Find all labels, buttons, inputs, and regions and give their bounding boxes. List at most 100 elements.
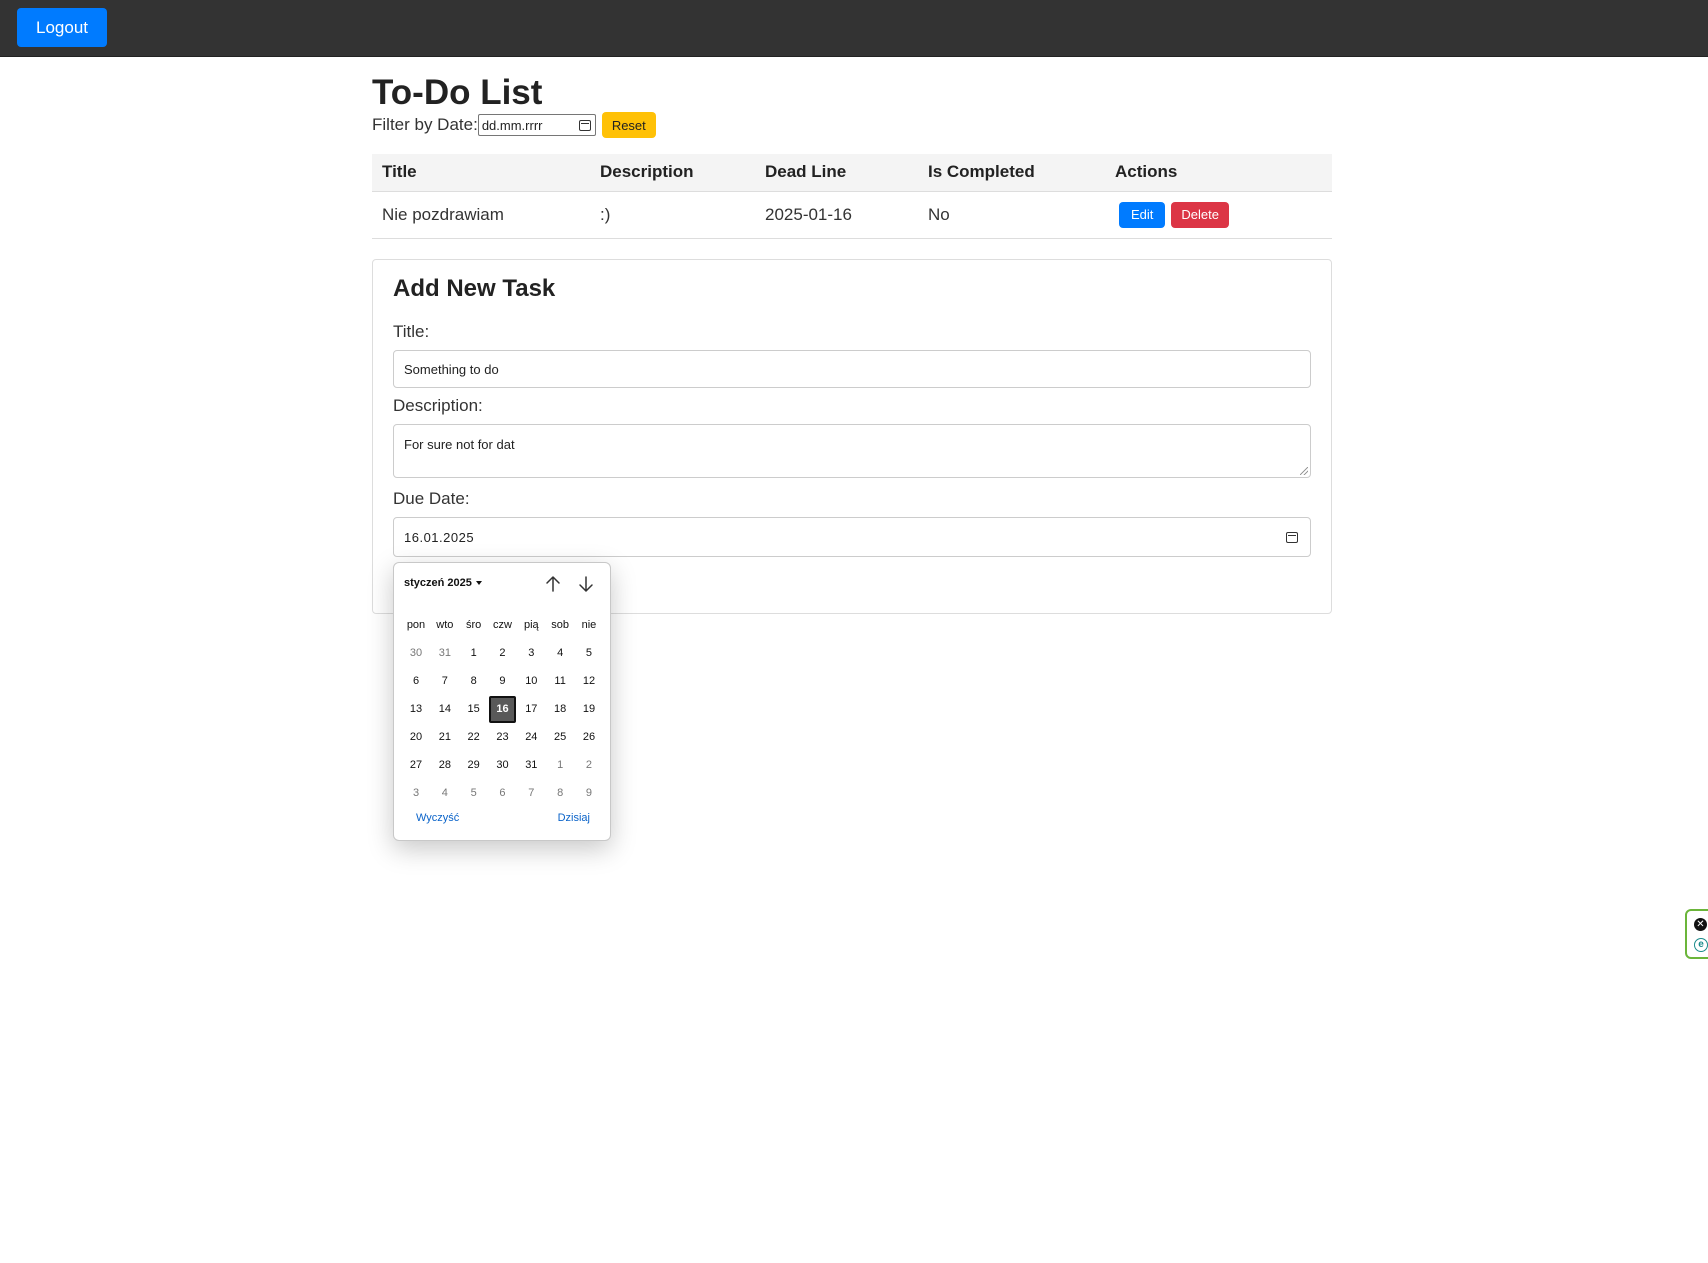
arrow-up-icon — [546, 576, 560, 592]
previous-month-button[interactable] — [543, 575, 563, 593]
table-row: Nie pozdrawiam :) 2025-01-16 No Edit Dele… — [372, 191, 1332, 239]
calendar-day[interactable]: 5 — [460, 779, 488, 807]
calendar-day[interactable]: 20 — [402, 723, 430, 751]
calendar-day[interactable]: 30 — [488, 751, 516, 779]
calendar-day[interactable]: 30 — [402, 639, 430, 667]
calendar-day[interactable]: 7 — [517, 779, 545, 807]
calendar-day[interactable]: 8 — [546, 779, 574, 807]
task-deadline-cell: 2025-01-16 — [755, 191, 918, 239]
due-date-input[interactable]: 16.01.2025 — [393, 517, 1311, 557]
calendar-day[interactable]: 19 — [575, 695, 603, 723]
date-filter: Filter by Date: dd.mm.rrrr Reset — [372, 110, 656, 140]
calendar-day[interactable]: 26 — [575, 723, 603, 751]
calendar-day[interactable]: 2 — [488, 639, 516, 667]
calendar-day[interactable]: 5 — [575, 639, 603, 667]
calendar-day[interactable]: 3 — [402, 779, 430, 807]
weekday-header: czw — [493, 619, 512, 631]
weekday-header: sob — [551, 619, 570, 631]
column-header-actions: Actions — [1105, 154, 1332, 192]
month-year-label: styczeń 2025 — [404, 577, 472, 589]
edit-button[interactable]: Edit — [1119, 201, 1166, 228]
task-title-cell: Nie pozdrawiam — [372, 191, 590, 239]
calendar-day[interactable]: 11 — [546, 667, 574, 695]
today-button[interactable]: Dzisiaj — [558, 812, 590, 824]
table-header-row: Title Description Dead Line Is Completed… — [372, 154, 1332, 192]
calendar-day[interactable]: 15 — [460, 695, 488, 723]
page-title: To-Do List — [372, 73, 543, 112]
task-actions-cell: Edit Delete — [1105, 191, 1332, 239]
calendar-day[interactable]: 2 — [575, 751, 603, 779]
calendar-day[interactable]: 24 — [517, 723, 545, 751]
calendar-day[interactable]: 31 — [431, 639, 459, 667]
next-month-button[interactable] — [576, 575, 596, 593]
calendar-day[interactable]: 31 — [517, 751, 545, 779]
column-header-completed: Is Completed — [918, 154, 1105, 192]
calendar-day[interactable]: 17 — [517, 695, 545, 723]
calendar-day[interactable]: 4 — [431, 779, 459, 807]
calendar-day[interactable]: 13 — [402, 695, 430, 723]
reset-button[interactable]: Reset — [601, 112, 656, 138]
calendar-day[interactable]: 10 — [517, 667, 545, 695]
filter-date-placeholder: dd.mm.rrrr — [481, 117, 543, 133]
calendar-day[interactable]: 6 — [402, 667, 430, 695]
calendar-day[interactable]: 29 — [460, 751, 488, 779]
due-date-value: 16.01.2025 — [404, 529, 475, 545]
extension-side-widget: ✕ e — [1685, 909, 1708, 959]
extension-icon[interactable]: e — [1694, 938, 1708, 952]
close-icon[interactable]: ✕ — [1694, 918, 1707, 931]
weekday-header: nie — [581, 619, 597, 631]
weekday-header: pią — [523, 619, 539, 631]
date-picker-popup: styczeń 2025 pon wto śro czw pią sob nie 30 31 1 2… — [393, 562, 611, 841]
arrow-down-icon — [579, 576, 593, 592]
calendar-day[interactable]: 9 — [575, 779, 603, 807]
calendar-day[interactable]: 14 — [431, 695, 459, 723]
filter-date-input[interactable]: dd.mm.rrrr — [477, 114, 596, 136]
calendar-day[interactable]: 23 — [488, 723, 516, 751]
logout-button[interactable]: Logout — [17, 8, 107, 47]
column-header-title: Title — [372, 154, 590, 192]
description-textarea[interactable]: For sure not for dat — [393, 424, 1311, 478]
clear-date-button[interactable]: Wyczyść — [416, 812, 459, 824]
due-date-label: Due Date: — [393, 489, 470, 508]
column-header-description: Description — [590, 154, 755, 192]
title-input-value: Something to do — [404, 361, 499, 377]
calendar-day[interactable]: 1 — [546, 751, 574, 779]
calendar-day[interactable]: 25 — [546, 723, 574, 751]
month-year-selector[interactable]: styczeń 2025 — [404, 577, 482, 589]
task-description-cell: :) — [590, 191, 755, 239]
calendar-day[interactable]: 4 — [546, 639, 574, 667]
tasks-table: Title Description Dead Line Is Completed… — [372, 154, 1332, 239]
description-label: Description: — [393, 396, 483, 415]
filter-label: Filter by Date: — [372, 115, 478, 134]
calendar-icon[interactable] — [1286, 531, 1298, 543]
calendar-day[interactable]: 8 — [460, 667, 488, 695]
calendar-day[interactable]: 27 — [402, 751, 430, 779]
weekday-header: wto — [436, 619, 454, 631]
column-header-deadline: Dead Line — [755, 154, 918, 192]
chevron-down-icon — [475, 581, 482, 585]
calendar-grid: pon wto śro czw pią sob nie 30 31 1 2 3 4 5 6 7 8 9 10 11 12… — [402, 611, 603, 807]
weekday-header: śro — [466, 619, 482, 631]
add-task-form: Add New Task Title: Something to do Desc… — [372, 259, 1332, 614]
calendar-day[interactable]: 7 — [431, 667, 459, 695]
calendar-icon[interactable] — [578, 119, 591, 131]
title-input[interactable]: Something to do — [393, 350, 1311, 388]
calendar-day[interactable]: 9 — [488, 667, 516, 695]
form-heading: Add New Task — [393, 275, 556, 302]
weekday-header: pon — [406, 619, 426, 631]
delete-button[interactable]: Delete — [1171, 201, 1229, 228]
calendar-day[interactable]: 1 — [460, 639, 488, 667]
calendar-day[interactable]: 18 — [546, 695, 574, 723]
calendar-day[interactable]: 28 — [431, 751, 459, 779]
calendar-day[interactable]: 6 — [488, 779, 516, 807]
calendar-day[interactable]: 3 — [517, 639, 545, 667]
calendar-day[interactable]: 21 — [431, 723, 459, 751]
title-label: Title: — [393, 322, 430, 341]
calendar-day[interactable]: 22 — [460, 723, 488, 751]
calendar-day-selected[interactable]: 16 — [488, 695, 516, 723]
resize-handle-icon[interactable] — [1300, 467, 1308, 475]
task-completed-cell: No — [918, 191, 1105, 239]
top-bar: Logout — [0, 0, 1708, 57]
calendar-day[interactable]: 12 — [575, 667, 603, 695]
description-textarea-value: For sure not for dat — [404, 437, 515, 452]
